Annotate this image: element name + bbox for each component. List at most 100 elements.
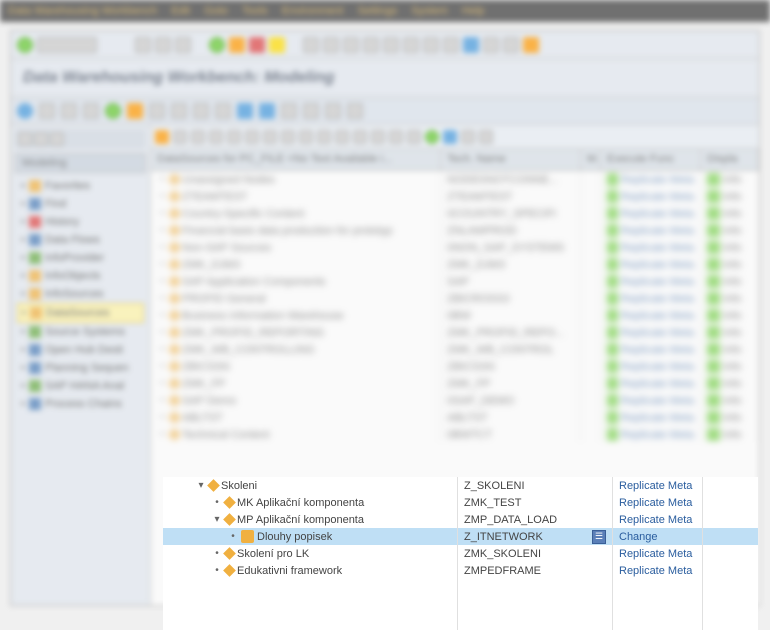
tree-row[interactable]: •Country-Specific Content 0COUNTRY_SPECI… bbox=[151, 205, 759, 222]
tool-icon[interactable] bbox=[259, 103, 275, 119]
expand-icon[interactable]: • bbox=[212, 497, 222, 508]
value-help-icon[interactable]: ☰ bbox=[592, 530, 606, 544]
tool-icon[interactable] bbox=[149, 103, 165, 119]
exec-link[interactable]: Replicate Meta bbox=[621, 412, 694, 424]
exec-link[interactable]: Replicate Meta bbox=[621, 225, 694, 237]
exec-link[interactable]: Replicate Meta bbox=[621, 191, 694, 203]
tree-row[interactable]: •SAP Demo 0SAP_DEMO Replicate Meta Info bbox=[151, 392, 759, 409]
tool-icon[interactable] bbox=[363, 37, 379, 53]
sidebar-item-data-flows[interactable]: •Data Flows bbox=[17, 231, 144, 249]
expand-icon[interactable]: • bbox=[157, 395, 167, 406]
expand-icon[interactable]: • bbox=[212, 565, 222, 576]
exec-link[interactable]: Replicate Meta bbox=[621, 174, 694, 186]
exec-link[interactable]: Replicate Meta bbox=[621, 310, 694, 322]
sidebar-item-history[interactable]: •History bbox=[17, 213, 144, 231]
tree-row[interactable]: •SAP Application Components SAP Replicat… bbox=[151, 273, 759, 290]
tool-icon[interactable] bbox=[191, 130, 205, 144]
tool-icon[interactable] bbox=[171, 103, 187, 119]
tree-row[interactable]: •ABLTST ABLTST Replicate Meta Info bbox=[151, 409, 759, 426]
menu-item[interactable]: System bbox=[411, 5, 448, 17]
exec-link[interactable]: Replicate Meta bbox=[621, 378, 694, 390]
exec-link[interactable]: Replicate Meta bbox=[621, 208, 694, 220]
sidebar-item-open-hub-desti[interactable]: •Open Hub Desti bbox=[17, 341, 144, 359]
sidebar-tool-icon[interactable] bbox=[50, 132, 64, 146]
tool-icon[interactable] bbox=[347, 103, 363, 119]
tool-icon[interactable] bbox=[425, 130, 439, 144]
tool-icon[interactable] bbox=[443, 130, 457, 144]
tool-icon[interactable] bbox=[83, 103, 99, 119]
expand-icon[interactable]: • bbox=[157, 327, 167, 338]
tool-icon[interactable] bbox=[193, 103, 209, 119]
exit-icon[interactable] bbox=[175, 37, 191, 53]
exec-link[interactable]: Replicate Meta bbox=[619, 497, 692, 509]
tool-icon[interactable] bbox=[335, 130, 349, 144]
tree-row[interactable]: ▾MP Aplikační komponenta ZMP_DATA_LOAD R… bbox=[163, 511, 758, 528]
tool-icon[interactable] bbox=[483, 37, 499, 53]
tool-icon[interactable] bbox=[323, 37, 339, 53]
tree-row[interactable]: •ZBICSSN ZBICSSN Replicate Meta Info bbox=[151, 358, 759, 375]
tool-icon[interactable] bbox=[215, 103, 231, 119]
menu-item[interactable]: Tools bbox=[242, 5, 268, 17]
expand-icon[interactable]: • bbox=[157, 242, 167, 253]
col-tech[interactable]: Tech. Name bbox=[441, 149, 581, 170]
sidebar-item-favorites[interactable]: •Favorites bbox=[17, 177, 144, 195]
save-icon[interactable] bbox=[135, 37, 151, 53]
tree-row[interactable]: •Edukativni framework ZMPEDFRAME Replica… bbox=[163, 562, 758, 579]
tool-icon[interactable] bbox=[249, 37, 265, 53]
exec-link[interactable]: Change bbox=[619, 531, 658, 543]
tool-icon[interactable] bbox=[127, 103, 143, 119]
exec-link[interactable]: Replicate Meta bbox=[621, 429, 694, 441]
tree-row[interactable]: •ZMK_FP ZMK_FP Replicate Meta Info bbox=[151, 375, 759, 392]
menu-item[interactable]: Edit bbox=[171, 5, 190, 17]
tree-row[interactable]: •Technical Content 0BWTCT Replicate Meta… bbox=[151, 426, 759, 443]
exec-link[interactable]: Replicate Meta bbox=[621, 344, 694, 356]
col-name[interactable]: DataSources for PC_FILE <No Text Availab… bbox=[151, 149, 441, 170]
expand-icon[interactable]: • bbox=[157, 429, 167, 440]
tool-icon[interactable] bbox=[503, 37, 519, 53]
tree-row[interactable]: ▾Skoleni Z_SKOLENI Replicate Meta bbox=[163, 477, 758, 494]
tree-row[interactable]: •MK Aplikační komponenta ZMK_TEST Replic… bbox=[163, 494, 758, 511]
expand-icon[interactable]: • bbox=[157, 276, 167, 287]
exec-link[interactable]: Replicate Meta bbox=[619, 565, 692, 577]
col-m[interactable]: M. bbox=[581, 149, 601, 170]
back-icon[interactable] bbox=[155, 37, 171, 53]
tool-icon[interactable] bbox=[325, 103, 341, 119]
tool-icon[interactable] bbox=[299, 130, 313, 144]
col-exec[interactable]: Execute Func bbox=[601, 149, 701, 170]
tree-row[interactable]: •ZTEAMTEST ZTEAMTEST Replicate Meta Info bbox=[151, 188, 759, 205]
tool-icon[interactable] bbox=[281, 130, 295, 144]
tool-icon[interactable] bbox=[237, 103, 253, 119]
exec-link[interactable]: Replicate Meta bbox=[621, 259, 694, 271]
tool-icon[interactable] bbox=[227, 130, 241, 144]
tool-icon[interactable] bbox=[523, 37, 539, 53]
menu-item[interactable]: Help bbox=[462, 5, 485, 17]
sidebar-tool-icon[interactable] bbox=[34, 132, 48, 146]
sidebar-item-source-systems[interactable]: •Source Systems bbox=[17, 323, 144, 341]
tree-row[interactable]: •Financial basis data production for pro… bbox=[151, 222, 759, 239]
exec-link[interactable]: Replicate Meta bbox=[619, 548, 692, 560]
menu-item[interactable]: Settings bbox=[357, 5, 397, 17]
tool-icon[interactable] bbox=[423, 37, 439, 53]
tree-row[interactable]: •Business Information Warehouse 0BW Repl… bbox=[151, 307, 759, 324]
tree-row[interactable]: •ZMK_DJM3 ZMK_DJM3 Replicate Meta Info bbox=[151, 256, 759, 273]
tool-icon[interactable] bbox=[105, 103, 121, 119]
tool-icon[interactable] bbox=[371, 130, 385, 144]
exec-link[interactable]: Replicate Meta bbox=[621, 395, 694, 407]
tool-icon[interactable] bbox=[173, 130, 187, 144]
expand-icon[interactable]: • bbox=[157, 310, 167, 321]
exec-link[interactable]: Replicate Meta bbox=[621, 242, 694, 254]
tree-row[interactable]: •ZMK_WB_CONTROLLING ZMK_WB_CONTROL Repli… bbox=[151, 341, 759, 358]
tool-icon[interactable] bbox=[245, 130, 259, 144]
tree-row[interactable]: •ZMK_PROFID_REPORTING ZMK_PROFID_REPO...… bbox=[151, 324, 759, 341]
expand-icon[interactable]: • bbox=[157, 412, 167, 423]
exec-link[interactable]: Replicate Meta bbox=[619, 514, 692, 526]
sidebar-item-infoprovider[interactable]: •InfoProvider bbox=[17, 249, 144, 267]
tool-icon[interactable] bbox=[209, 130, 223, 144]
expand-icon[interactable]: • bbox=[157, 208, 167, 219]
exec-link[interactable]: Replicate Meta bbox=[621, 361, 694, 373]
tool-icon[interactable] bbox=[263, 130, 277, 144]
col-disp[interactable]: Displa bbox=[701, 149, 759, 170]
tool-icon[interactable] bbox=[383, 37, 399, 53]
menu-item[interactable]: Data Warehousing Workbench bbox=[8, 5, 157, 17]
tool-icon[interactable] bbox=[209, 37, 225, 53]
